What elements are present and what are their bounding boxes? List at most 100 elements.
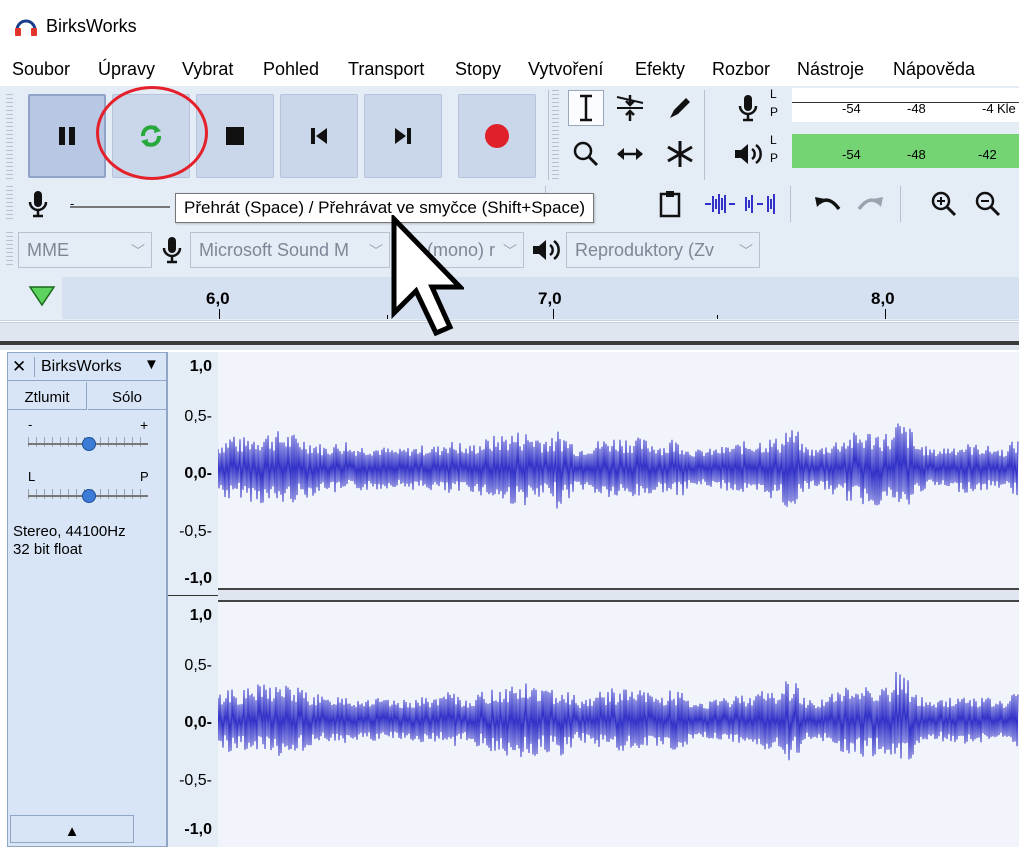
skip-to-start-button[interactable] [280,94,358,178]
play-head-triangle-icon[interactable] [28,285,56,307]
menu-stopy[interactable]: Stopy [455,59,501,80]
vruler-label: 0,0- [184,465,212,482]
mouse-cursor-icon [391,215,464,337]
zoom-out-button[interactable] [970,186,1006,222]
pause-button[interactable] [28,94,106,178]
loop-play-button[interactable] [112,94,190,178]
record-meter-bar: -54 -48 -4 Kle [792,88,1019,122]
envelope-tool[interactable] [612,90,648,126]
clipboard-icon [659,191,681,218]
microphone-icon [738,95,758,122]
record-button[interactable] [458,94,536,178]
audio-host-select[interactable]: MME ﹀ [18,232,152,268]
record-meter-tick: -54 [842,101,861,116]
multi-tool[interactable] [662,136,698,172]
vruler-label: -1,0 [184,821,212,838]
menu-nastroje[interactable]: Nástroje [797,59,864,80]
mute-button[interactable]: Ztlumit [8,382,87,410]
channel-divider [168,595,219,596]
track-name-button[interactable]: BirksWorks [41,358,122,376]
menu-vybrat[interactable]: Vybrat [182,59,233,80]
skip-to-end-button[interactable] [364,94,442,178]
time-shift-tool[interactable] [612,136,648,172]
menu-transport[interactable]: Transport [348,59,424,80]
selection-tool[interactable] [568,90,604,126]
chevron-down-icon: ﹀ [503,243,517,259]
input-volume-minus: - [70,196,75,211]
gain-slider-thumb[interactable] [82,437,96,451]
record-meter-hint: Kle [997,101,1016,116]
recording-device-select[interactable]: Microsoft Sound M ﹀ [190,232,390,268]
redo-icon [857,197,883,211]
tools-toolbar-grip[interactable] [552,90,559,180]
record-meter-right-label: P [770,105,779,119]
undo-icon [815,197,841,211]
redo-button[interactable] [852,186,888,222]
waveform-svg [218,423,1019,761]
chevron-down-icon: ﹀ [739,243,753,259]
vruler-label: 0,5- [184,657,212,674]
menu-soubor[interactable]: Soubor [12,59,70,80]
collapse-track-button[interactable]: ▲ [10,815,134,843]
waveform-area[interactable] [218,352,1019,847]
pencil-icon [670,98,690,118]
paste-button[interactable] [652,186,688,222]
headphones-icon [15,19,37,36]
track-header-divider [34,357,35,377]
collapse-up-icon: ▲ [64,823,80,840]
silence-audio-button[interactable] [742,186,778,222]
vruler-label: -1,0 [184,570,212,587]
track-control-panel: ✕ BirksWorks ▼ Ztlumit Sólo - + L P Ster… [7,352,167,847]
playback-meter[interactable]: L P -54 -48 -42 [770,134,1019,170]
vruler-label: -0,5- [179,772,212,789]
trim-audio-button[interactable] [702,186,738,222]
zoom-in-button[interactable] [926,186,962,222]
track-format-line1: Stereo, 44100Hz [13,523,126,540]
zoom-in-icon [931,191,957,217]
zoom-tool[interactable] [568,136,604,172]
solo-button[interactable]: Sólo [88,382,166,410]
gain-minus-label: - [28,417,33,432]
window-title: BirksWorks [46,16,137,36]
mixer-toolbar-grip[interactable] [6,186,13,222]
track-menu-chevron-icon[interactable]: ▼ [144,356,159,373]
silence-icon [745,194,775,214]
playback-device-select[interactable]: Reproduktory (Zv ﹀ [566,232,760,268]
vertical-amplitude-ruler[interactable]: 1,0 0,5- 0,0- -0,5- -1,0 1,0 0,5- 0,0- -… [167,352,219,847]
playback-meter-button[interactable] [730,136,766,172]
envelope-icon [616,95,644,121]
device-toolbar-grip[interactable] [6,232,13,268]
asterisk-icon [667,141,693,167]
draw-tool[interactable] [662,90,698,126]
right-channel-waveform [218,671,1019,761]
ruler-label: 6,0 [206,289,230,308]
skip-to-start-icon [311,128,327,144]
menu-napoveda[interactable]: Nápověda [893,59,975,80]
i-beam-icon [580,94,592,122]
pan-right-label: P [140,469,149,484]
undo-button[interactable] [810,186,846,222]
vruler-label: 0,5- [184,408,212,425]
menu-pohled[interactable]: Pohled [263,59,319,80]
timeline-ruler[interactable]: 6,0 7,0 8,0 [0,273,1019,321]
ruler-tick [553,309,554,319]
menu-upravy[interactable]: Úpravy [98,59,155,80]
chevron-down-icon: ﹀ [369,243,383,259]
input-volume-slider[interactable] [70,206,170,208]
title-bar: BirksWorks [0,0,1019,52]
transport-toolbar-grip[interactable] [6,94,13,180]
record-meter[interactable]: L P -54 -48 -4 Kle [770,88,1019,124]
menu-vytvoreni[interactable]: Vytvoření [528,59,603,80]
loop-play-icon [141,125,161,147]
pan-slider-thumb[interactable] [82,489,96,503]
stop-icon [226,127,244,145]
menu-rozbor[interactable]: Rozbor [712,59,770,80]
record-meter-button[interactable] [730,90,766,126]
close-track-icon[interactable]: ✕ [12,357,26,377]
toolbar-separator [704,90,705,180]
double-arrow-icon [617,148,643,160]
menu-efekty[interactable]: Efekty [635,59,685,80]
trim-icon [705,194,735,214]
stop-button[interactable] [196,94,274,178]
ruler-tick [717,315,718,319]
